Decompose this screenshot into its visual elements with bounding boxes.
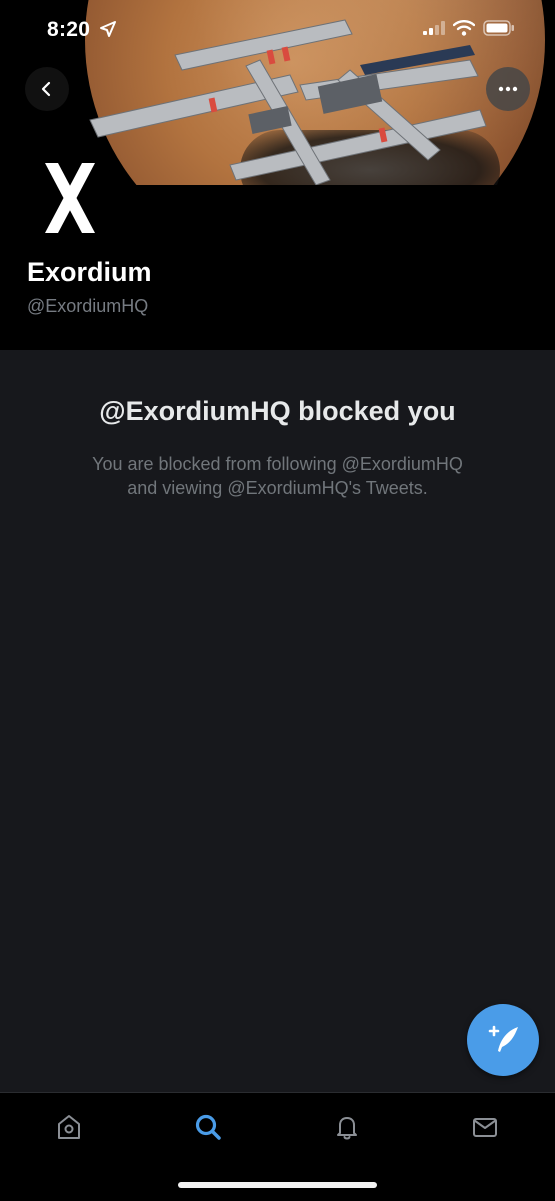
compose-feather-icon [488, 1025, 518, 1052]
profile-name: Exordium [27, 257, 152, 287]
battery-icon [483, 20, 514, 36]
home-icon [58, 1115, 80, 1139]
mail-icon [473, 1118, 497, 1137]
tab-messages[interactable] [465, 1107, 505, 1147]
home-indicator [178, 1182, 377, 1188]
profile-handle: @ExordiumHQ [27, 296, 149, 316]
avatar-x-logo [45, 163, 95, 233]
bell-icon [337, 1117, 357, 1140]
blocked-title: @ExordiumHQ blocked you [99, 396, 456, 426]
blocked-description: You are blocked from following @Exordium… [40, 452, 515, 500]
status-time: 8:20 [47, 18, 91, 41]
avatar[interactable]: X [22, 150, 118, 246]
more-options-button[interactable] [486, 67, 530, 111]
search-icon [195, 1114, 221, 1140]
status-bar: 8:20 [0, 0, 555, 60]
more-horizontal-icon [498, 86, 518, 92]
blocked-description-line2: and viewing @ExordiumHQ's Tweets. [127, 478, 428, 498]
blocked-description-line1: You are blocked from following @Exordium… [92, 454, 463, 474]
compose-tweet-button[interactable] [467, 1004, 539, 1076]
tab-home[interactable] [49, 1107, 89, 1147]
location-arrow-icon [100, 21, 116, 37]
tab-search[interactable] [188, 1107, 228, 1147]
wifi-icon [453, 20, 475, 36]
tab-notifications[interactable] [327, 1107, 367, 1147]
back-button[interactable] [25, 67, 69, 111]
cellular-signal-icon [423, 21, 445, 35]
chevron-left-icon [41, 81, 51, 97]
